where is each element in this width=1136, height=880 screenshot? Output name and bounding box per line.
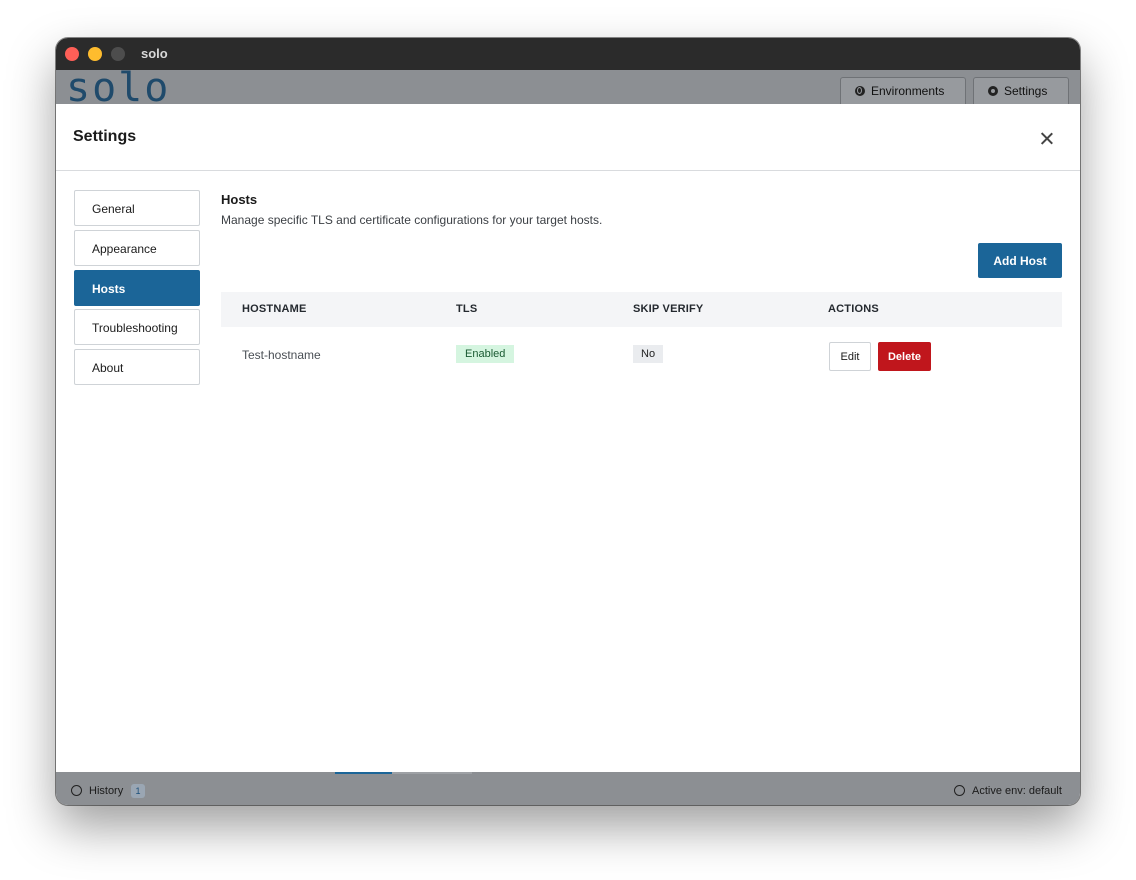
history-icon[interactable]: [71, 785, 82, 796]
modal-header: Settings: [56, 104, 1080, 171]
edit-host-button[interactable]: Edit: [829, 342, 871, 371]
column-header-actions: ACTIONS: [828, 303, 879, 315]
settings-modal: Settings General Appearance Hosts Troubl…: [56, 104, 1080, 772]
add-host-button[interactable]: Add Host: [978, 243, 1062, 278]
gear-icon: [988, 86, 998, 96]
status-bar: History 1 Active env: default: [56, 772, 1080, 805]
active-env-label: Active env: default: [972, 785, 1062, 797]
app-window: solo solo Environments Settings Settings…: [56, 38, 1080, 805]
window-title: solo: [141, 46, 168, 61]
environments-button[interactable]: Environments: [840, 77, 966, 104]
window-close-button[interactable]: [65, 47, 79, 61]
nav-item-about[interactable]: About: [74, 349, 200, 385]
history-button[interactable]: History: [89, 785, 123, 797]
skip-verify-badge: No: [633, 345, 664, 363]
nav-item-troubleshooting[interactable]: Troubleshooting: [74, 309, 200, 345]
section-title: Hosts: [221, 192, 258, 207]
modal-title: Settings: [73, 128, 137, 145]
column-header-tls: TLS: [456, 303, 478, 315]
globe-icon: [954, 785, 965, 796]
nav-item-hosts[interactable]: Hosts: [74, 270, 200, 306]
nav-item-general[interactable]: General: [74, 190, 200, 226]
app-header: solo Environments Settings: [56, 70, 1080, 104]
app-logo: solo: [66, 70, 171, 104]
window-maximize-button[interactable]: [111, 47, 125, 61]
delete-host-button[interactable]: Delete: [878, 342, 931, 371]
window-minimize-button[interactable]: [88, 47, 102, 61]
globe-icon: [855, 86, 865, 96]
column-header-hostname: HOSTNAME: [242, 303, 307, 315]
settings-label: Settings: [1004, 84, 1048, 98]
status-divider: [392, 772, 472, 774]
table-header: HOSTNAME TLS SKIP VERIFY ACTIONS: [221, 292, 1062, 327]
section-description: Manage specific TLS and certificate conf…: [221, 213, 603, 227]
status-progress-indicator: [335, 772, 392, 774]
environments-label: Environments: [871, 84, 945, 98]
settings-button[interactable]: Settings: [973, 77, 1069, 104]
nav-item-appearance[interactable]: Appearance: [74, 230, 200, 266]
tls-status-badge: Enabled: [456, 345, 515, 363]
column-header-skip-verify: SKIP VERIFY: [633, 303, 704, 315]
hostname-cell: Test-hostname: [242, 348, 321, 362]
close-icon[interactable]: [1036, 128, 1058, 150]
history-count-badge: 1: [131, 784, 145, 798]
title-bar: solo: [56, 38, 1080, 70]
